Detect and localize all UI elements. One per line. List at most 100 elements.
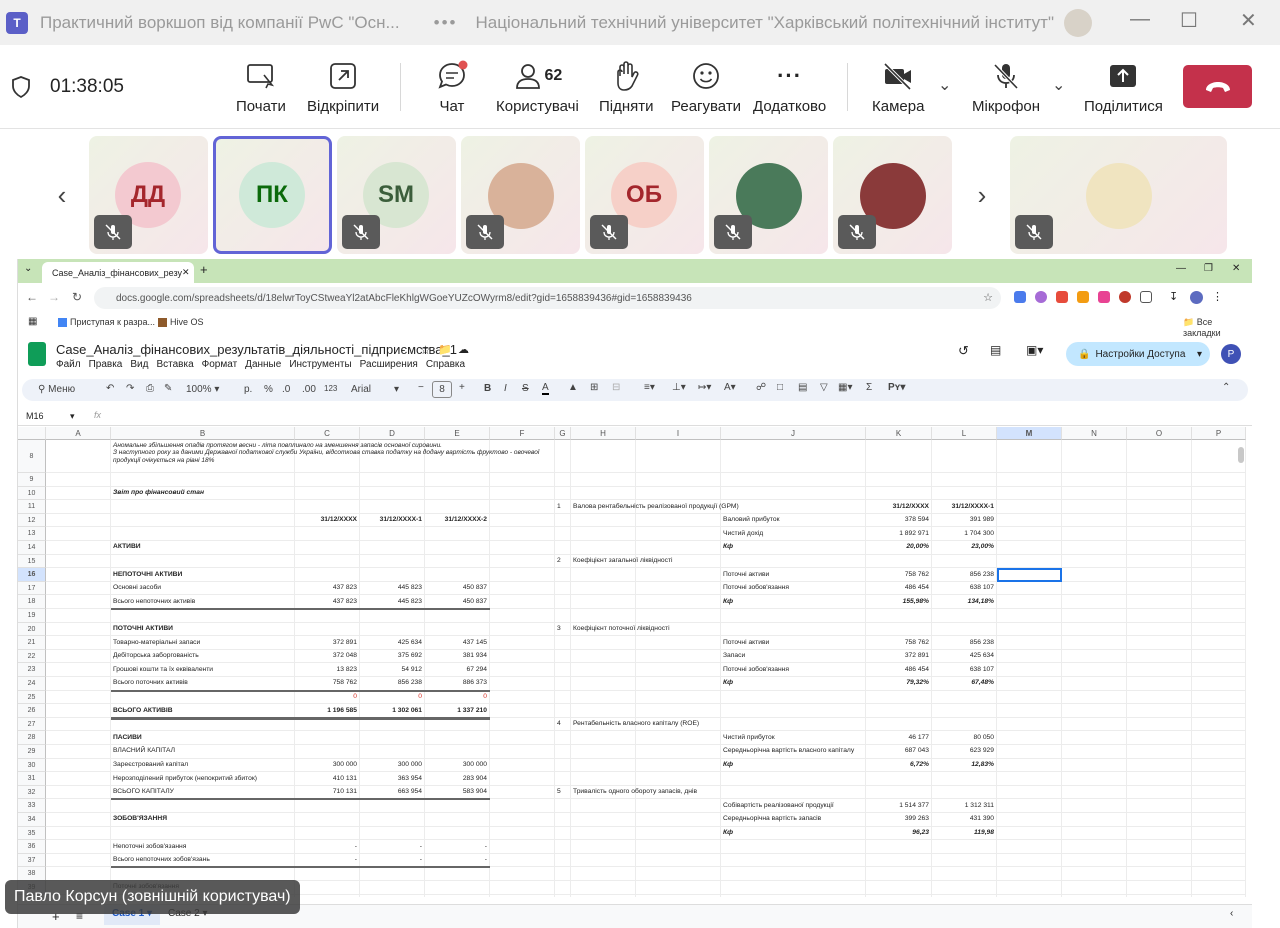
cell[interactable]: Поточні активи	[723, 639, 769, 647]
comments-icon[interactable]: ▤	[990, 343, 1001, 357]
cell[interactable]: 758 762	[866, 639, 929, 647]
cell[interactable]: 1 312 311	[932, 802, 994, 810]
menu-item[interactable]: Правка	[89, 359, 123, 370]
row-header[interactable]: 19	[18, 609, 46, 623]
close-tab-icon[interactable]: ✕	[182, 267, 190, 278]
tab-search-chevron-icon[interactable]: ⌄	[24, 263, 32, 274]
cell[interactable]: 758 762	[295, 680, 357, 687]
row-header[interactable]: 23	[18, 663, 46, 677]
cell[interactable]: 437 145	[425, 639, 487, 647]
row-header[interactable]: 29	[18, 745, 46, 759]
cell[interactable]: 283 904	[425, 775, 487, 783]
cell[interactable]: 381 934	[425, 652, 487, 660]
browser-minimize-icon[interactable]: —	[1176, 263, 1186, 274]
collapse-menu-icon[interactable]: ⌃	[1222, 382, 1230, 393]
cell[interactable]: 13 823	[295, 666, 357, 674]
cell[interactable]: 856 238	[360, 680, 422, 687]
participant-tile[interactable]: ПК	[213, 136, 332, 254]
column-header[interactable]: H	[571, 427, 636, 440]
cell[interactable]: Запаси	[723, 652, 745, 660]
cell[interactable]: 31/12/XXXX	[866, 503, 929, 511]
browser-menu-icon[interactable]: ⋮	[1212, 291, 1223, 304]
camera-button[interactable]: Камера	[872, 59, 924, 115]
cell[interactable]: 119,98	[932, 829, 994, 837]
raise-hand-button[interactable]: Підняти	[599, 59, 654, 115]
people-button[interactable]: 62 Користувачі	[496, 59, 579, 115]
menu-item[interactable]: Формат	[202, 359, 238, 370]
cell[interactable]: Кф	[723, 829, 733, 837]
cell[interactable]: 372 891	[295, 639, 357, 647]
row-header[interactable]: 17	[18, 581, 46, 596]
cell[interactable]: Товарно-матеріальні запаси	[113, 639, 200, 647]
insert-chart-icon[interactable]: ▤	[798, 382, 807, 393]
zoom-select[interactable]: 100% ▾	[186, 384, 219, 395]
download-icon[interactable]: ↧	[1169, 291, 1181, 303]
row-header[interactable]: 30	[18, 758, 46, 773]
cell[interactable]: Непоточні зобов'язання	[113, 843, 186, 851]
cell[interactable]: Середньорічна вартість власного капіталу	[723, 748, 854, 755]
row-header[interactable]: 15	[18, 554, 46, 569]
horizontal-align-icon[interactable]: ≡▾	[644, 382, 655, 393]
menu-item[interactable]: Данные	[245, 359, 281, 370]
browser-tab[interactable]: Case_Аналіз_фінансових_резу ✕	[42, 262, 194, 283]
cell[interactable]: 0	[360, 693, 422, 701]
functions-icon[interactable]: Σ	[866, 382, 872, 393]
grid-corner[interactable]	[18, 427, 46, 440]
cell[interactable]: НЕПОТОЧНІ АКТИВИ	[113, 571, 182, 579]
cell[interactable]: ЗОБОВ'ЯЗАННЯ	[113, 816, 167, 823]
row-header[interactable]: 20	[18, 622, 46, 637]
column-header[interactable]: M	[997, 427, 1062, 440]
cell[interactable]: 856 238	[932, 571, 994, 579]
participant-tile[interactable]	[709, 136, 828, 254]
cell[interactable]: 399 263	[866, 816, 929, 823]
increase-font-size-button[interactable]: +	[459, 382, 465, 393]
column-header[interactable]: O	[1127, 427, 1192, 440]
cell[interactable]: 12,83%	[932, 761, 994, 769]
row-header[interactable]: 36	[18, 840, 46, 854]
vertical-scrollbar[interactable]	[1238, 447, 1244, 463]
cell[interactable]: 31/12/XXXX-1	[360, 516, 422, 524]
participant-tile[interactable]: ОБ	[585, 136, 704, 254]
cell[interactable]: Кф	[723, 598, 733, 606]
pinned-participant-tile[interactable]	[1010, 136, 1227, 254]
participant-tile[interactable]	[461, 136, 580, 254]
extension-icon[interactable]	[1119, 291, 1131, 303]
cell[interactable]: 886 373	[425, 680, 487, 687]
input-tools-icon[interactable]: Pʏ▾	[888, 382, 905, 393]
selected-cell[interactable]	[997, 568, 1062, 582]
hang-up-button[interactable]	[1183, 65, 1252, 108]
cell[interactable]: Кф	[723, 761, 733, 769]
cell[interactable]: -	[360, 856, 422, 864]
cell[interactable]: 486 454	[866, 584, 929, 592]
cell[interactable]: -	[295, 856, 357, 864]
cell[interactable]: 3	[557, 625, 561, 633]
cell[interactable]: 0	[425, 693, 487, 701]
cell[interactable]: 2	[557, 557, 561, 565]
close-icon[interactable]: ✕	[1240, 8, 1257, 33]
row-header[interactable]: 25	[18, 690, 46, 705]
cell[interactable]: 46 177	[866, 734, 929, 742]
row-header[interactable]: 18	[18, 595, 46, 609]
cell[interactable]: 5	[557, 788, 561, 796]
column-header[interactable]: N	[1062, 427, 1127, 440]
cell[interactable]: Всього непоточних зобов'язань	[113, 856, 210, 864]
participant-tile[interactable]	[833, 136, 952, 254]
column-header[interactable]: J	[721, 427, 866, 440]
column-header[interactable]: G	[555, 427, 571, 440]
cell[interactable]: 437 823	[295, 598, 357, 606]
row-header[interactable]: 22	[18, 649, 46, 664]
column-header[interactable]: C	[295, 427, 360, 440]
redo-icon[interactable]: ↷	[126, 383, 134, 394]
participant-tile[interactable]: ДД	[89, 136, 208, 254]
text-wrap-icon[interactable]: ↦▾	[698, 382, 711, 393]
spreadsheet-grid[interactable]: 8 9 10 11 12 13 14 15 16 17 18 19 20 21 22 23 24 25 26 27 28…	[18, 427, 1246, 897]
cell[interactable]: 67 294	[425, 666, 487, 674]
paint-format-icon[interactable]: ✎	[164, 383, 172, 394]
cell[interactable]: Тривалість одного обороту запасів, днів	[573, 788, 697, 796]
cell[interactable]: 155,98%	[866, 598, 929, 606]
cell[interactable]: 638 107	[932, 584, 994, 592]
fill-color-icon[interactable]: ▲	[568, 382, 578, 393]
back-icon[interactable]: ←	[26, 290, 38, 304]
print-icon[interactable]: ⎙	[146, 383, 154, 394]
cell[interactable]: ВСЬОГО КАПІТАЛУ	[113, 788, 174, 796]
